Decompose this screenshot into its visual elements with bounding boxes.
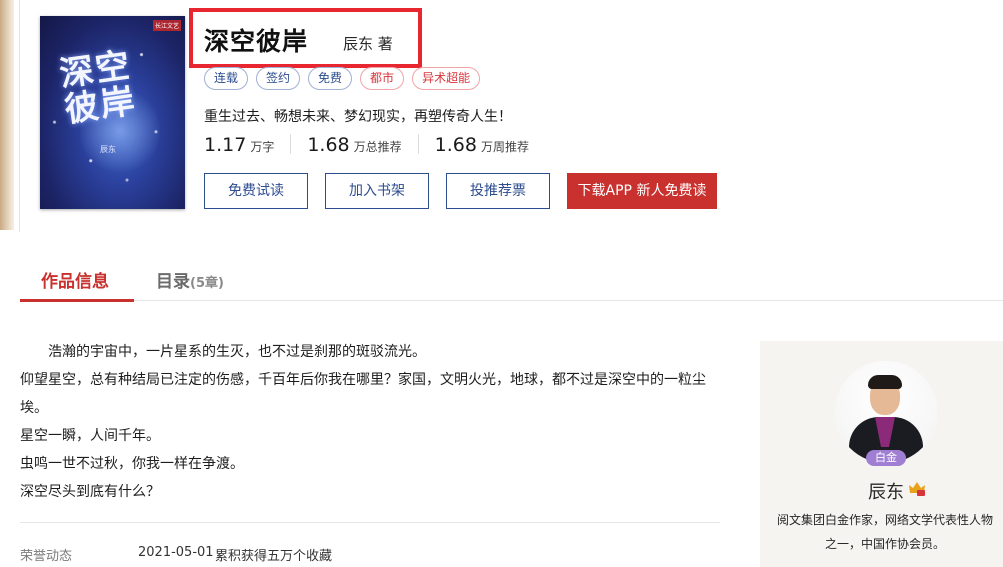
- author-level-badge: 白金: [866, 450, 906, 466]
- author-avatar[interactable]: [835, 361, 937, 463]
- vote-recommend-button[interactable]: 投推荐票: [446, 173, 550, 209]
- description-line: 星空一瞬，人间千年。: [20, 428, 160, 444]
- tab-catalog[interactable]: 目录(5章): [156, 267, 224, 292]
- left-edge-decoration: [0, 0, 14, 230]
- cover-title-art: 深空彼岸: [57, 45, 140, 131]
- book-intro: 重生过去、畅想未来、梦幻现实，再塑传奇人生！: [204, 109, 512, 125]
- stat-unit: 万周推荐: [480, 140, 529, 154]
- crown-icon: [909, 482, 925, 496]
- cover-publisher-logo: 长江文艺: [152, 20, 181, 31]
- tag-free[interactable]: 免费: [308, 67, 353, 90]
- free-read-button[interactable]: 免费试读: [204, 173, 308, 209]
- left-edge-line: [19, 0, 20, 232]
- stat-unit: 万总推荐: [353, 140, 402, 154]
- section-divider: [20, 522, 720, 523]
- book-description: 浩瀚的宇宙中，一片星系的生灭，也不过是刹那的斑驳流光。 仰望星空，总有种结局已注…: [20, 338, 720, 506]
- tab-catalog-label: 目录: [156, 272, 190, 292]
- action-bar: 免费试读 加入书架 投推荐票 下载APP 新人免费读: [204, 173, 717, 209]
- honor-text: 累积获得五万个收藏: [215, 549, 333, 564]
- tag-list: 连载 签约 免费 都市 异术超能: [204, 67, 481, 90]
- book-title: 深空彼岸: [204, 27, 309, 56]
- stat-value: 1.68: [434, 134, 477, 156]
- author-bio: 阅文集团白金作家，网络文学代表性人物之一，中国作协会员。: [776, 513, 993, 551]
- tag-supernatural[interactable]: 异术超能: [412, 67, 481, 90]
- author-name[interactable]: 辰东: [868, 478, 904, 504]
- book-cover[interactable]: 长江文艺 深空彼岸 辰东: [40, 16, 185, 209]
- content-tabs: 作品信息 目录(5章): [20, 255, 1003, 302]
- tab-book-info[interactable]: 作品信息: [20, 267, 134, 302]
- download-app-button[interactable]: 下载APP 新人免费读: [567, 173, 717, 209]
- description-line: 深空尽头到底有什么？: [20, 484, 160, 500]
- stat-value: 1.17: [204, 134, 247, 156]
- stat-weekly-recommend: 1.68 万周推荐: [434, 134, 545, 156]
- stat-value: 1.68: [307, 134, 350, 156]
- stat-total-recommend: 1.68 万总推荐: [307, 134, 419, 156]
- tag-signed[interactable]: 签约: [256, 67, 301, 90]
- cover-author-art: 辰东: [100, 145, 116, 154]
- description-line: 虫鸣一世不过秋，你我一样在争渡。: [20, 456, 244, 472]
- honors-label: 荣誉动态: [20, 549, 73, 564]
- honor-date: 2021-05-01: [138, 545, 214, 560]
- tag-serializing[interactable]: 连载: [204, 67, 249, 90]
- stat-word-count: 1.17 万字: [204, 134, 292, 156]
- description-line: 仰望星空，总有种结局已注定的伤感，千百年后你我在哪里？家国，文明火光，地球，都不…: [20, 372, 706, 416]
- tag-urban[interactable]: 都市: [360, 67, 405, 90]
- description-line: 浩瀚的宇宙中，一片星系的生灭，也不过是刹那的斑驳流光。: [48, 344, 426, 360]
- book-stats: 1.17 万字 1.68 万总推荐 1.68 万周推荐: [204, 134, 561, 156]
- book-author[interactable]: 辰东 著: [343, 33, 393, 54]
- tab-catalog-count: (5章): [190, 276, 224, 291]
- add-to-shelf-button[interactable]: 加入书架: [325, 173, 429, 209]
- avatar-hair: [868, 375, 902, 389]
- stat-unit: 万字: [250, 140, 275, 154]
